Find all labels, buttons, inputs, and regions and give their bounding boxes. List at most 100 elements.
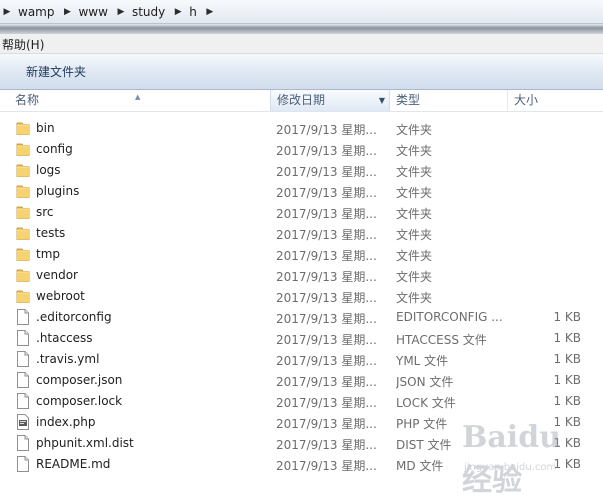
file-date: 2017/9/13 星期...	[276, 417, 377, 431]
column-header-name[interactable]: 名称 ▲	[0, 90, 270, 111]
address-bar[interactable]: ▶ wamp ▶ www ▶ study ▶ h ▶	[0, 0, 603, 24]
file-type: HTACCESS 文件	[396, 333, 487, 347]
file-type: 文件夹	[396, 228, 433, 242]
folder-row[interactable]: bin 2017/9/13 星期... 文件夹	[0, 118, 603, 139]
new-folder-button[interactable]: 新建文件夹	[18, 63, 94, 80]
file-icon	[16, 372, 30, 388]
breadcrumb-item[interactable]: ▶ www	[60, 0, 113, 24]
file-date: 2017/9/13 星期...	[276, 144, 377, 158]
file-date: 2017/9/13 星期...	[276, 333, 377, 347]
file-date: 2017/9/13 星期...	[276, 186, 377, 200]
file-icon	[16, 330, 30, 346]
chevron-down-icon[interactable]: ▼	[379, 90, 385, 111]
breadcrumb-item[interactable]: ▶ h	[171, 0, 203, 24]
file-name: webroot	[36, 289, 85, 303]
breadcrumb-item[interactable]: ▶ study	[114, 0, 171, 24]
chevron-right-icon[interactable]: ▶	[0, 7, 14, 17]
folder-row[interactable]: plugins 2017/9/13 星期... 文件夹	[0, 181, 603, 202]
folder-icon	[16, 246, 30, 262]
file-icon	[16, 351, 30, 367]
breadcrumb-label[interactable]: wamp	[14, 5, 60, 19]
folder-icon	[16, 267, 30, 283]
file-size: 1 KB	[553, 373, 581, 387]
file-row[interactable]: composer.lock 2017/9/13 星期... LOCK 文件 1 KB	[0, 391, 603, 412]
column-header-size[interactable]: 大小	[508, 90, 603, 111]
file-date: 2017/9/13 星期...	[276, 270, 377, 284]
file-name: phpunit.xml.dist	[36, 436, 134, 450]
file-icon	[16, 435, 30, 451]
file-type: 文件夹	[396, 186, 433, 200]
file-name: bin	[36, 121, 55, 135]
file-date: 2017/9/13 星期...	[276, 459, 377, 473]
folder-row[interactable]: tmp 2017/9/13 星期... 文件夹	[0, 244, 603, 265]
folder-row[interactable]: config 2017/9/13 星期... 文件夹	[0, 139, 603, 160]
chevron-right-icon[interactable]: ▶	[114, 7, 128, 17]
file-size: 1 KB	[553, 310, 581, 324]
chevron-right-icon[interactable]: ▶	[60, 7, 74, 17]
folder-row[interactable]: webroot 2017/9/13 星期... 文件夹	[0, 286, 603, 307]
file-date: 2017/9/13 星期...	[276, 207, 377, 221]
column-header-label: 修改日期	[277, 93, 326, 107]
file-date: 2017/9/13 星期...	[276, 312, 377, 326]
breadcrumb: ▶ wamp ▶ www ▶ study ▶ h ▶	[0, 0, 217, 24]
menu-bar: 帮助(H)	[0, 34, 603, 54]
sort-up-icon: ▲	[135, 93, 141, 101]
column-header-label: 类型	[396, 93, 421, 107]
file-type: EDITORCONFIG ...	[396, 310, 503, 324]
column-header-label: 名称	[15, 93, 40, 107]
file-size: 1 KB	[553, 352, 581, 366]
file-row[interactable]: composer.json 2017/9/13 星期... JSON 文件 1 KB	[0, 370, 603, 391]
file-name: tests	[36, 226, 66, 240]
file-row[interactable]: .htaccess 2017/9/13 星期... HTACCESS 文件 1 KB	[0, 328, 603, 349]
file-type: 文件夹	[396, 291, 433, 305]
chevron-right-icon[interactable]: ▶	[171, 7, 185, 17]
file-size: 1 KB	[553, 394, 581, 408]
file-type: YML 文件	[396, 354, 449, 368]
file-type: 文件夹	[396, 123, 433, 137]
php-file-icon	[16, 414, 30, 430]
watermark: Baidu 经验 jingyan.baidu.com	[440, 418, 600, 498]
folder-row[interactable]: logs 2017/9/13 星期... 文件夹	[0, 160, 603, 181]
breadcrumb-item[interactable]: ▶ wamp	[0, 0, 60, 24]
file-icon	[16, 309, 30, 325]
file-date: 2017/9/13 星期...	[276, 228, 377, 242]
file-date: 2017/9/13 星期...	[276, 375, 377, 389]
file-name: tmp	[36, 247, 61, 261]
column-header-type[interactable]: 类型	[390, 90, 508, 111]
file-name: src	[36, 205, 54, 219]
folder-row[interactable]: vendor 2017/9/13 星期... 文件夹	[0, 265, 603, 286]
menu-help[interactable]: 帮助(H)	[0, 36, 46, 53]
folder-icon	[16, 288, 30, 304]
breadcrumb-label[interactable]: www	[74, 5, 113, 19]
file-type: 文件夹	[396, 207, 433, 221]
file-type: JSON 文件	[396, 375, 454, 389]
folder-icon	[16, 204, 30, 220]
file-name: index.php	[36, 415, 96, 429]
file-name: .editorconfig	[36, 310, 112, 324]
toolbar: 新建文件夹	[0, 54, 603, 90]
file-type: 文件夹	[396, 270, 433, 284]
file-name: vendor	[36, 268, 78, 282]
file-name: .htaccess	[36, 331, 93, 345]
column-header-date[interactable]: 修改日期 ▼	[270, 90, 390, 111]
breadcrumb-item[interactable]: ▶	[203, 0, 217, 24]
folder-icon	[16, 225, 30, 241]
file-row[interactable]: .editorconfig 2017/9/13 星期... EDITORCONFIG…	[0, 307, 603, 328]
folder-icon	[16, 183, 30, 199]
file-date: 2017/9/13 星期...	[276, 291, 377, 305]
file-icon	[16, 456, 30, 472]
breadcrumb-label[interactable]: h	[185, 5, 203, 19]
file-row[interactable]: .travis.yml 2017/9/13 星期... YML 文件 1 KB	[0, 349, 603, 370]
watermark-brand: Baidu 经验	[462, 420, 561, 498]
folder-icon	[16, 120, 30, 136]
file-date: 2017/9/13 星期...	[276, 354, 377, 368]
file-date: 2017/9/13 星期...	[276, 438, 377, 452]
breadcrumb-label[interactable]: study	[128, 5, 171, 19]
chevron-right-icon[interactable]: ▶	[203, 7, 217, 17]
folder-row[interactable]: src 2017/9/13 星期... 文件夹	[0, 202, 603, 223]
folder-icon	[16, 162, 30, 178]
folder-icon	[16, 141, 30, 157]
file-date: 2017/9/13 星期...	[276, 165, 377, 179]
window-divider	[0, 24, 603, 34]
folder-row[interactable]: tests 2017/9/13 星期... 文件夹	[0, 223, 603, 244]
